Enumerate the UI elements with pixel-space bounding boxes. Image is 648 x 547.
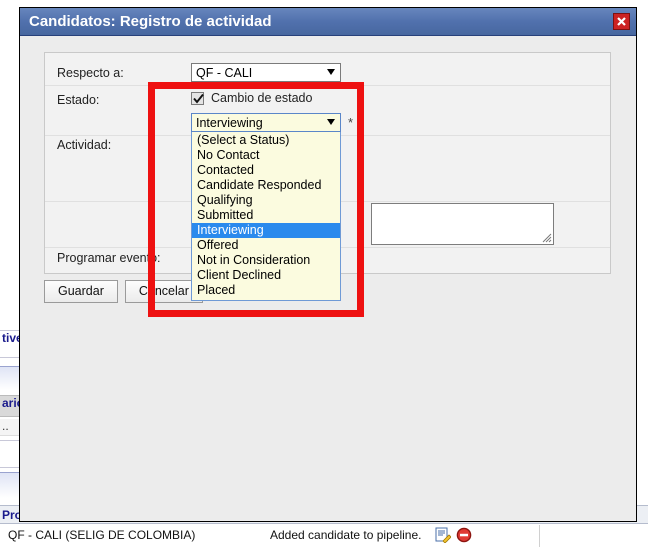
activity-form-panel: Respecto a: QF - CALI Estado: Cambio de … — [44, 52, 611, 301]
dialog-button-bar: Guardar Cancelar — [44, 280, 203, 303]
chevron-down-icon — [327, 119, 335, 125]
label-respecto-a: Respecto a: — [57, 66, 124, 80]
actividad-textarea[interactable] — [371, 203, 554, 245]
label-estado: Estado: — [57, 93, 100, 107]
dropdown-option[interactable]: Qualifying — [192, 193, 340, 208]
dropdown-option-selected[interactable]: Interviewing — [192, 223, 340, 238]
save-button[interactable]: Guardar — [44, 280, 118, 303]
respecto-a-select-value: QF - CALI — [196, 66, 253, 80]
estado-select[interactable]: Interviewing — [191, 113, 341, 132]
chevron-down-icon — [327, 69, 335, 75]
table-row[interactable]: QF - CALI (SELIG DE COLOMBIA) Added cand… — [0, 525, 540, 547]
cambio-de-estado-checkbox[interactable] — [191, 91, 204, 105]
form-row-divider — [45, 85, 610, 86]
dropdown-option[interactable]: Candidate Responded — [192, 178, 340, 193]
cambio-de-estado-label: Cambio de estado — [211, 91, 313, 105]
dropdown-option[interactable]: Submitted — [192, 208, 340, 223]
dialog-titlebar: Candidatos: Registro de actividad — [20, 8, 636, 36]
dialog-title: Candidatos: Registro de actividad — [29, 13, 272, 30]
estado-select-dropdown[interactable]: (Select a Status) No Contact Contacted C… — [191, 132, 341, 301]
required-marker: * — [348, 115, 354, 130]
dropdown-option[interactable]: Contacted — [192, 163, 340, 178]
close-icon[interactable] — [613, 13, 630, 30]
edit-icon[interactable] — [435, 527, 452, 544]
label-programar-evento: Programar evento: — [57, 251, 161, 265]
dropdown-option[interactable]: Placed — [192, 283, 340, 298]
dropdown-option[interactable]: (Select a Status) — [192, 133, 340, 148]
pipeline-company-cell: QF - CALI (SELIG DE COLOMBIA) — [8, 528, 196, 542]
dropdown-option[interactable]: Client Declined — [192, 268, 340, 283]
respecto-a-select[interactable]: QF - CALI — [191, 63, 341, 82]
resize-grip-icon[interactable] — [540, 231, 552, 243]
delete-icon[interactable] — [456, 527, 472, 543]
pipeline-row-actions — [435, 527, 472, 544]
dropdown-option[interactable]: Not in Consideration — [192, 253, 340, 268]
estado-select-value: Interviewing — [196, 116, 263, 130]
dropdown-option[interactable]: No Contact — [192, 148, 340, 163]
pipeline-message-cell: Added candidate to pipeline. — [270, 528, 422, 542]
activity-log-dialog: Candidatos: Registro de actividad Respec… — [19, 7, 637, 522]
label-actividad: Actividad: — [57, 138, 112, 152]
dropdown-option[interactable]: Offered — [192, 238, 340, 253]
cambio-de-estado-field[interactable]: Cambio de estado — [191, 91, 312, 105]
